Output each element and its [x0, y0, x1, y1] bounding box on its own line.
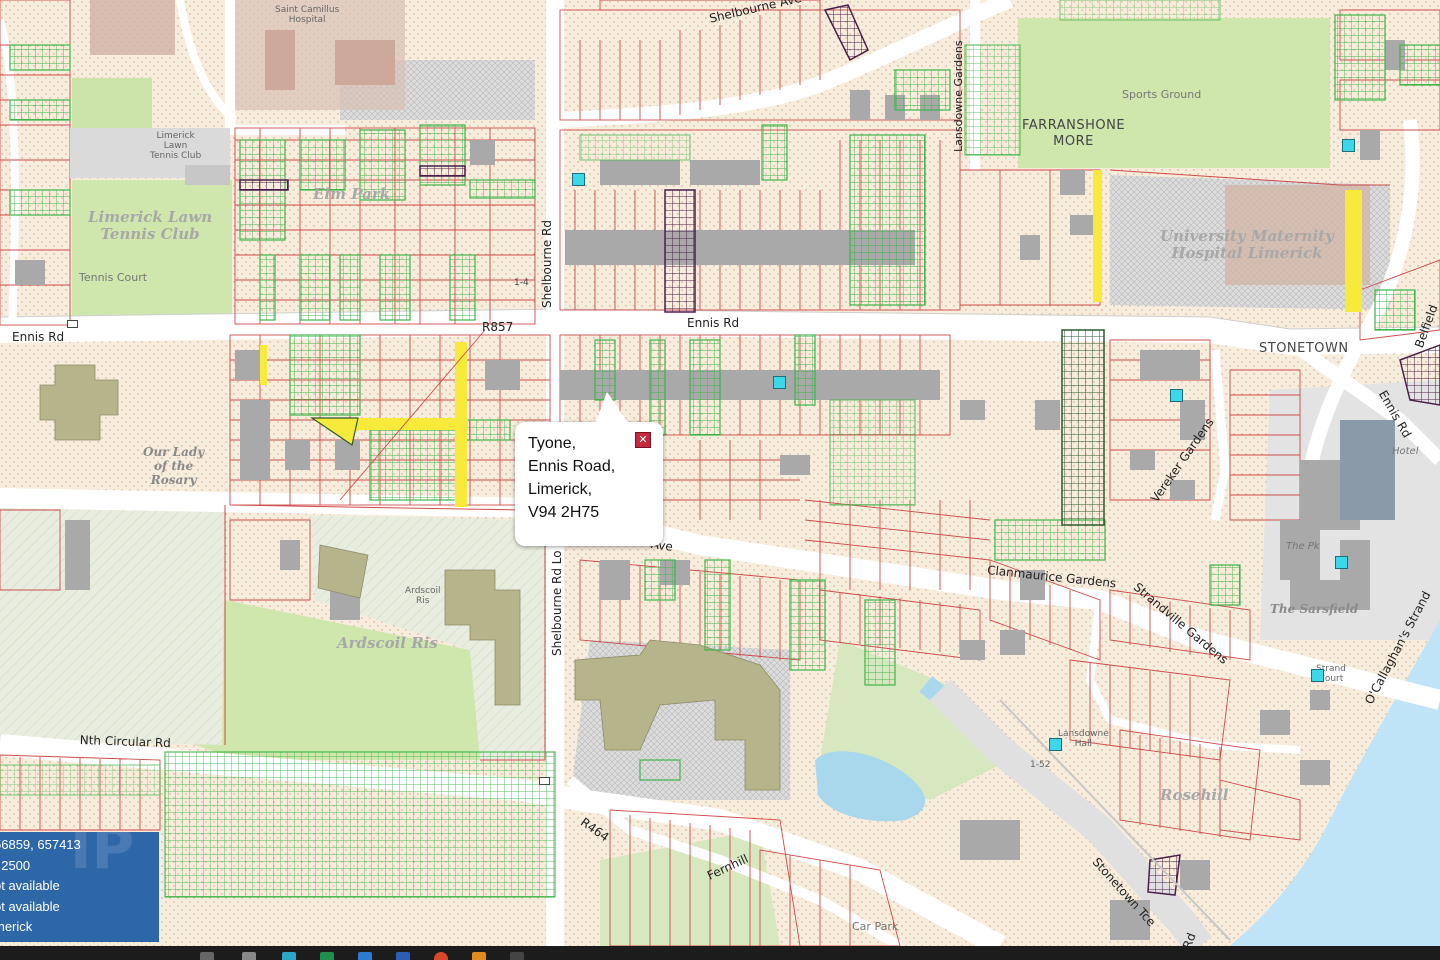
- point-marker[interactable]: [1049, 738, 1062, 751]
- map-canvas[interactable]: Ennis Rd Ennis Rd R857 Shelbourne Ave Sh…: [0, 0, 1440, 946]
- popup-address-line: Ennis Road,: [528, 458, 616, 475]
- taskbar-app-icon[interactable]: [358, 952, 372, 960]
- taskbar-app-icon[interactable]: [242, 952, 256, 960]
- watermark-logo: IP: [70, 832, 135, 882]
- popup-address-line: V94 2H75: [528, 504, 600, 521]
- benchmark-icon: [539, 777, 550, 785]
- taskbar: [0, 946, 1440, 960]
- taskbar-app-icon[interactable]: [282, 952, 296, 960]
- taskbar-app-icon[interactable]: [320, 952, 334, 960]
- taskbar-app-icon[interactable]: [396, 952, 410, 960]
- taskbar-app-icon[interactable]: [472, 952, 486, 960]
- point-marker[interactable]: [773, 376, 786, 389]
- point-marker[interactable]: [1335, 556, 1348, 569]
- close-icon[interactable]: ✕: [635, 432, 651, 448]
- point-marker[interactable]: [572, 173, 585, 186]
- info-panel: IP 56859, 657413 : 2500 ot available ot …: [0, 832, 159, 942]
- point-marker[interactable]: [1170, 389, 1183, 402]
- taskbar-app-icon[interactable]: [510, 952, 524, 960]
- point-marker[interactable]: [1342, 139, 1355, 152]
- info-line-5: merick: [0, 919, 33, 934]
- popup-pointer: [595, 392, 629, 424]
- popup-address: Tyone, Ennis Road, Limerick, V94 2H75: [528, 432, 615, 524]
- popup-address-line: Limerick,: [528, 481, 593, 498]
- point-marker[interactable]: [1311, 669, 1324, 682]
- address-popup: Tyone, Ennis Road, Limerick, V94 2H75 ✕: [515, 392, 663, 546]
- taskbar-browser-icon[interactable]: [434, 952, 448, 960]
- info-line-4: ot available: [0, 898, 60, 914]
- taskbar-app-icon[interactable]: [200, 952, 214, 960]
- popup-address-line: Tyone,: [528, 435, 577, 452]
- benchmark-icon: [67, 320, 78, 328]
